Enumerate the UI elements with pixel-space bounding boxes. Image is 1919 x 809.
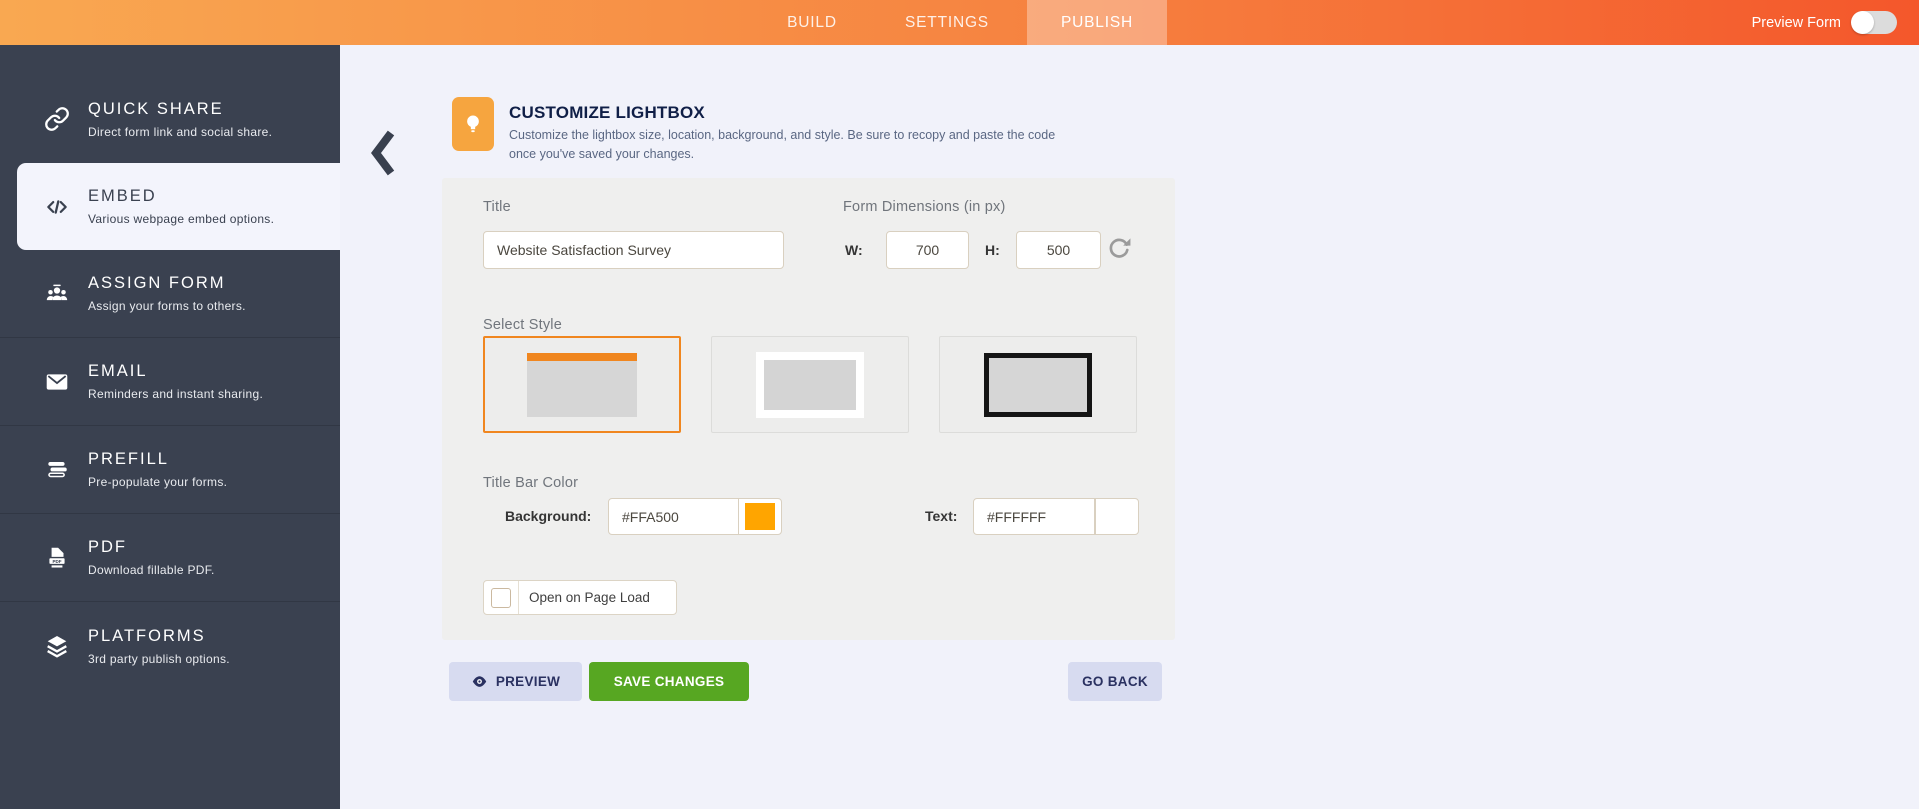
sidebar-item-subtitle: Pre-populate your forms. [88,475,228,489]
style-option-black-border[interactable] [939,336,1137,433]
sidebar-item-platforms[interactable]: PLATFORMS 3rd party publish options. [0,602,340,690]
refresh-icon [1109,238,1131,258]
sidebar-item-assign-form[interactable]: ASSIGN FORM Assign your forms to others. [0,250,340,338]
style-thumbnail [527,352,637,417]
height-label: H: [985,242,1000,258]
style-thumbnail [756,351,864,418]
width-input[interactable] [886,231,969,269]
customize-lightbox-panel: Title Form Dimensions (in px) W: H: Sele… [442,178,1175,640]
go-back-button[interactable]: GO BACK [1068,662,1162,701]
page-description: Customize the lightbox size, location, b… [509,128,1056,161]
eye-icon [472,676,487,687]
people-icon [43,280,70,307]
form-dimensions-label: Form Dimensions (in px) [843,199,1006,215]
sidebar-item-email[interactable]: EMAIL Reminders and instant sharing. [0,338,340,426]
tab-build[interactable]: BUILD [757,0,867,45]
select-style-label: Select Style [483,317,562,333]
preview-form-label: Preview Form [1751,14,1841,31]
tab-settings[interactable]: SETTINGS [867,0,1027,45]
open-on-page-load-label: Open on Page Load [529,590,650,605]
preview-button-label: PREVIEW [495,674,561,689]
envelope-icon [43,368,70,395]
sidebar-item-title: PDF [88,538,127,556]
sidebar-item-subtitle: 3rd party publish options. [88,651,230,666]
sidebar-item-subtitle: Various webpage embed options. [88,212,275,226]
swatch-fill [745,503,775,530]
sidebar-item-subtitle: Reminders and instant sharing. [88,387,264,401]
toggle-knob [1851,11,1874,34]
svg-text:PDF: PDF [52,558,61,563]
height-input[interactable] [1016,231,1101,269]
style-option-title-bar[interactable] [483,336,681,433]
save-button-label: SAVE CHANGES [613,674,725,689]
preview-form-toggle[interactable] [1851,11,1897,34]
sidebar-item-subtitle: Assign your forms to others. [88,299,246,313]
text-color-swatch[interactable] [1095,498,1139,535]
code-icon [43,193,70,220]
sidebar-item-subtitle: Direct form link and social share. [88,124,273,139]
reset-dimensions-button[interactable] [1105,236,1133,264]
title-label: Title [483,199,511,215]
sidebar-item-title: EMBED [88,187,157,205]
sidebar-item-title: PLATFORMS [88,626,206,645]
publish-sidebar: QUICK SHARE Direct form link and social … [0,45,340,809]
text-color-input[interactable] [973,498,1095,535]
page-title: CUSTOMIZE LIGHTBOX [509,103,705,122]
sidebar-item-embed[interactable]: EMBED Various webpage embed options. [17,163,340,250]
sidebar-item-prefill[interactable]: PREFILL Pre-populate your forms. [0,426,340,514]
preview-form-control: Preview Form [1752,0,1897,45]
sidebar-item-title: QUICK SHARE [88,99,224,118]
divider [518,581,519,614]
sidebar-item-subtitle: Download fillable PDF. [88,563,215,577]
go-back-button-label: GO BACK [1082,674,1148,689]
title-bar-color-label: Title Bar Color [483,475,579,491]
topbar: BUILD SETTINGS PUBLISH Preview Form [0,0,1919,45]
lightbulb-icon [452,97,494,151]
sidebar-item-pdf[interactable]: PDF PDF Download fillable PDF. [0,514,340,602]
open-on-page-load-control[interactable]: Open on Page Load [483,580,677,615]
sidebar-item-title: EMAIL [88,362,148,380]
open-on-page-load-checkbox[interactable] [491,587,511,608]
background-color-swatch[interactable] [738,498,782,535]
background-color-input[interactable] [608,498,739,535]
style-thumbnail [984,352,1092,417]
style-option-white-border[interactable] [711,336,909,433]
chevron-left-icon [371,130,395,176]
stack-icon [43,456,70,483]
swatch-fill [1102,503,1132,530]
topbar-tabs: BUILD SETTINGS PUBLISH [757,0,1167,45]
save-changes-button[interactable]: SAVE CHANGES [589,662,749,701]
title-input[interactable] [483,231,784,269]
sidebar-item-quick-share[interactable]: QUICK SHARE Direct form link and social … [0,75,340,163]
sidebar-item-title: ASSIGN FORM [88,274,226,292]
sidebar-item-title: PREFILL [88,450,169,468]
width-label: W: [845,242,863,258]
preview-button[interactable]: PREVIEW [449,662,582,701]
back-button[interactable] [369,129,399,177]
main-content: CUSTOMIZE LIGHTBOX Customize the lightbo… [340,45,1919,809]
tab-publish[interactable]: PUBLISH [1027,0,1167,45]
pdf-icon: PDF [43,544,70,571]
background-label: Background: [505,508,592,524]
app-window: BUILD SETTINGS PUBLISH Preview Form QUIC… [0,0,1919,809]
link-icon [43,106,70,133]
text-color-label: Text: [925,508,958,524]
layers-icon [43,633,70,660]
